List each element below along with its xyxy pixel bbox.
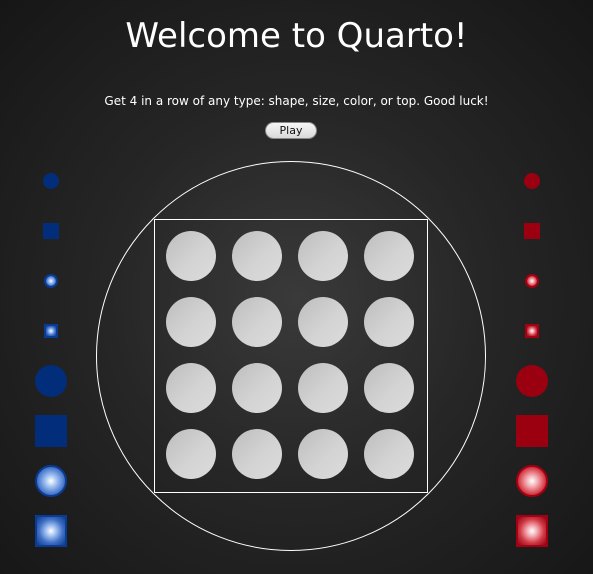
blue-small-solid-circle-piece[interactable] — [43, 173, 59, 189]
red-small-solid-circle-piece[interactable] — [524, 173, 540, 189]
board-cell[interactable] — [364, 297, 414, 347]
blue-small-hollow-square-piece[interactable] — [44, 324, 58, 338]
blue-large-hollow-square-piece[interactable] — [35, 515, 67, 547]
blue-large-solid-circle-piece[interactable] — [35, 365, 67, 397]
board-cell[interactable] — [232, 363, 282, 413]
board-cell[interactable] — [364, 429, 414, 479]
board-cell[interactable] — [166, 297, 216, 347]
red-large-solid-circle-piece[interactable] — [516, 365, 548, 397]
board-cell[interactable] — [298, 429, 348, 479]
blue-large-hollow-circle-piece[interactable] — [35, 465, 67, 497]
board-cell[interactable] — [166, 429, 216, 479]
red-small-solid-square-piece[interactable] — [524, 223, 540, 239]
board-cell[interactable] — [298, 297, 348, 347]
board-cell[interactable] — [364, 363, 414, 413]
play-button[interactable]: Play — [265, 122, 317, 139]
red-small-hollow-square-piece[interactable] — [525, 324, 539, 338]
red-large-hollow-square-piece[interactable] — [516, 515, 548, 547]
page-title: Welcome to Quarto! — [125, 16, 468, 56]
board-cell[interactable] — [298, 231, 348, 281]
board-cell[interactable] — [232, 231, 282, 281]
board-cell[interactable] — [166, 231, 216, 281]
instructions-text: Get 4 in a row of any type: shape, size,… — [104, 94, 489, 108]
blue-small-hollow-circle-piece[interactable] — [44, 274, 58, 288]
red-large-solid-square-piece[interactable] — [516, 415, 548, 447]
board-cell[interactable] — [364, 231, 414, 281]
blue-large-solid-square-piece[interactable] — [35, 415, 67, 447]
red-small-hollow-circle-piece[interactable] — [525, 274, 539, 288]
board-cell[interactable] — [232, 429, 282, 479]
board-cell[interactable] — [232, 297, 282, 347]
blue-small-solid-square-piece[interactable] — [43, 223, 59, 239]
board-cell[interactable] — [166, 363, 216, 413]
red-large-hollow-circle-piece[interactable] — [516, 465, 548, 497]
board-cell[interactable] — [298, 363, 348, 413]
game-board — [154, 219, 428, 493]
